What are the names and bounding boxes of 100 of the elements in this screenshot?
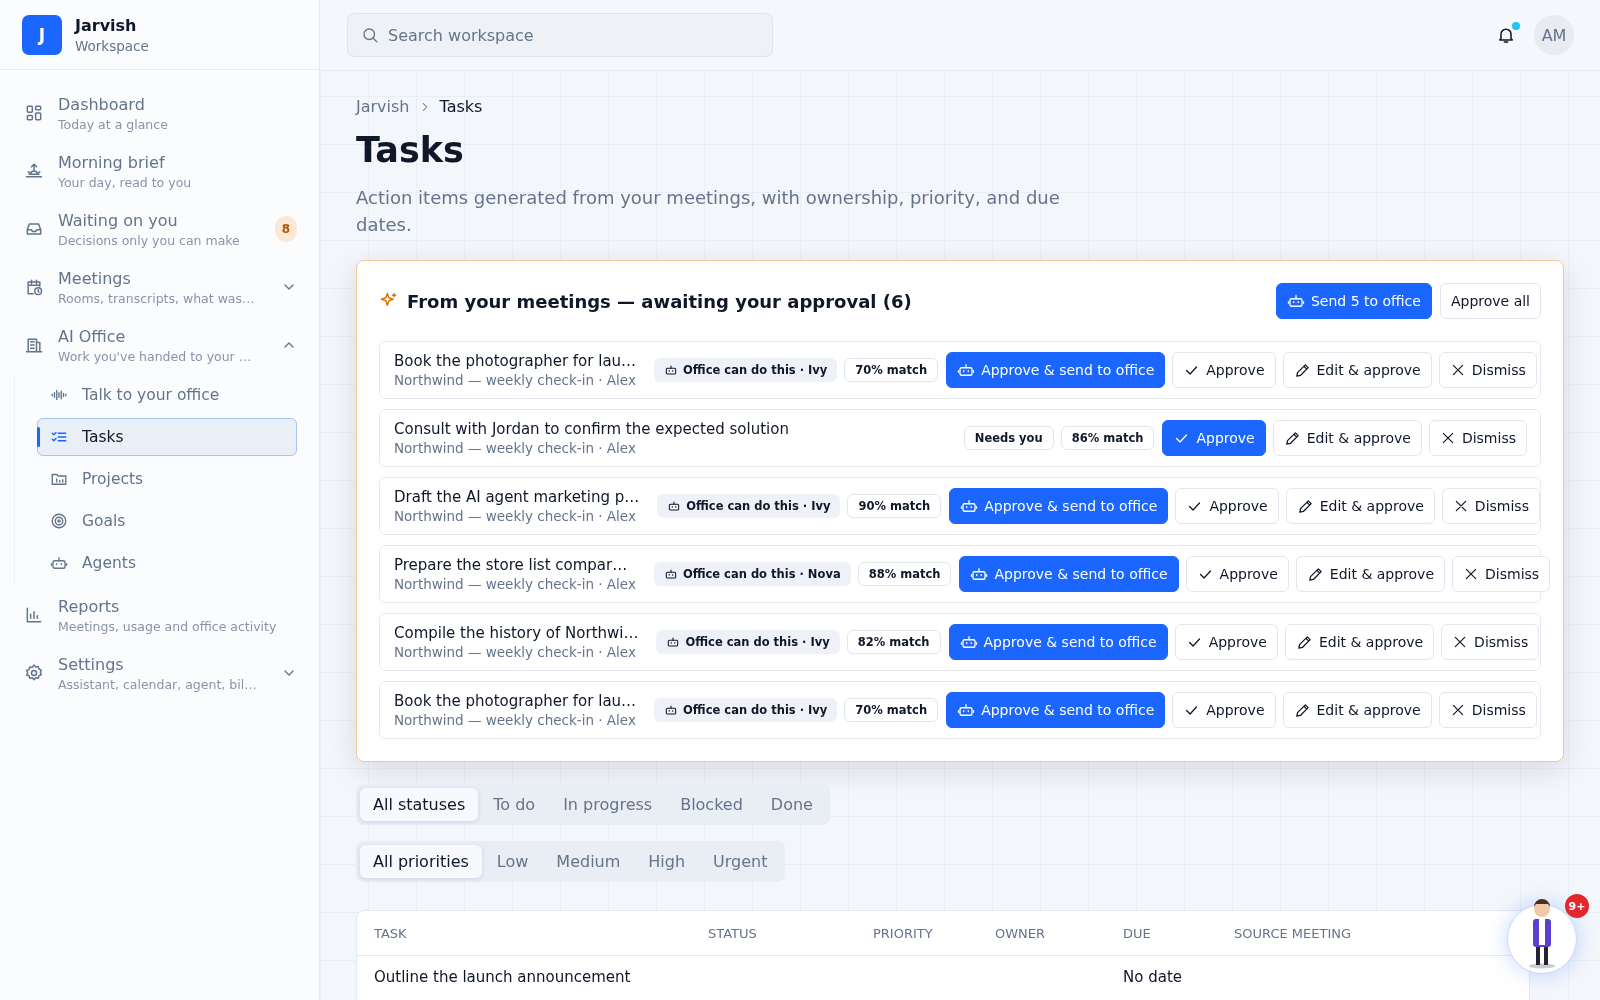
robot-icon <box>957 701 976 719</box>
nav-item-description: Today at a glance <box>58 116 169 132</box>
nav-item[interactable]: Reports <box>58 596 297 616</box>
dismiss-button[interactable]: Dismiss <box>1441 488 1540 524</box>
settings-icon <box>24 663 44 683</box>
nav-item[interactable]: Meetings <box>58 268 267 288</box>
nav-item[interactable]: AI Office <box>58 326 267 346</box>
workspace-subtitle: Workspace <box>75 37 149 54</box>
column-header[interactable]: SOURCE MEETING <box>1234 925 1352 941</box>
nav-subitem[interactable]: Talk to your office <box>37 376 297 414</box>
approve-button[interactable]: Approve <box>1185 556 1289 592</box>
workspace-logo: J <box>22 14 62 55</box>
table-cell: Outline the launch announcement <box>374 968 631 986</box>
search-field[interactable]: Search workspace <box>347 13 773 57</box>
column-header[interactable]: PRIORITY <box>873 925 933 941</box>
edit-approve-button[interactable]: Edit & approve <box>1295 556 1446 592</box>
task-source: Northwind — weekly check-in · Alex <box>394 710 637 729</box>
approve-button[interactable]: Approve <box>1162 420 1266 456</box>
filter-tab[interactable]: High <box>635 845 699 878</box>
column-header[interactable]: STATUS <box>708 925 757 941</box>
edit-approve-button[interactable]: Edit & approve <box>1272 420 1422 456</box>
nav-item[interactable]: Waiting on you <box>58 210 261 230</box>
nav-subitem[interactable]: Tasks <box>37 418 297 456</box>
edit-approve-button[interactable]: Edit & approve <box>1285 488 1435 524</box>
filter-tab[interactable]: To do <box>480 788 549 821</box>
table-cell: No date <box>1123 968 1182 986</box>
approve-send-button[interactable]: Approve & send to office <box>948 624 1168 660</box>
approve-button[interactable]: Approve <box>1172 692 1276 728</box>
filter-tab[interactable]: Low <box>483 845 542 878</box>
task-title: Compile the history of Northwi… <box>394 623 639 642</box>
dismiss-button[interactable]: Dismiss <box>1438 352 1537 388</box>
pencil-icon <box>1293 701 1311 719</box>
approve-send-button[interactable]: Approve & send to office <box>959 556 1179 592</box>
dismiss-button[interactable]: Dismiss <box>1428 420 1527 456</box>
column-header[interactable]: OWNER <box>995 925 1046 941</box>
send-to-office-button[interactable]: Send 5 to office <box>1275 283 1432 319</box>
edit-approve-button[interactable]: Edit & approve <box>1284 624 1435 660</box>
approve-send-button[interactable]: Approve & send to office <box>946 352 1166 388</box>
robot-icon <box>666 635 681 649</box>
match-chip: 88% match <box>857 562 952 586</box>
search-icon <box>361 26 379 44</box>
dismiss-button[interactable]: Dismiss <box>1452 556 1551 592</box>
approve-button[interactable]: Approve <box>1172 352 1276 388</box>
filter-tab[interactable]: In progress <box>550 788 666 821</box>
breadcrumb-item: Tasks <box>439 97 483 116</box>
column-header[interactable]: TASK <box>374 925 407 941</box>
nav-item[interactable]: Morning brief <box>58 152 297 172</box>
filter-tab[interactable]: Urgent <box>700 845 781 878</box>
filter-tab[interactable]: All priorities <box>360 845 482 878</box>
task-title: Draft the AI agent marketing p… <box>394 487 640 506</box>
page-title: Tasks <box>356 130 465 170</box>
pencil-icon <box>1295 633 1313 651</box>
office-chip: Office can do this · Ivy <box>656 630 840 654</box>
nav-subitem[interactable]: Projects <box>37 460 297 498</box>
nav-item-description: Work you've handed to your … <box>58 348 253 364</box>
robot-icon <box>970 565 989 583</box>
approve-button[interactable]: Approve <box>1175 488 1279 524</box>
page-description: Action items generated from your meetings, with ownership, priority, and due dates. <box>356 186 1061 237</box>
filter-tab[interactable]: Blocked <box>667 788 756 821</box>
pencil-icon <box>1296 497 1314 515</box>
card-title: From your meetings — awaiting your approval (6) <box>407 290 913 312</box>
approve-button[interactable]: Approve <box>1174 624 1278 660</box>
nav-item-description: Decisions only you can make <box>58 232 241 248</box>
sunrise-icon <box>24 161 44 181</box>
nav-item[interactable]: Settings <box>58 654 267 674</box>
robot-icon <box>957 361 976 379</box>
robot-icon <box>1286 292 1305 310</box>
nav-item-description: Rooms, transcripts, what was… <box>58 290 256 306</box>
robot-icon <box>50 554 68 572</box>
dismiss-button[interactable]: Dismiss <box>1441 624 1540 660</box>
pencil-icon <box>1306 565 1324 583</box>
task-source: Northwind — weekly check-in · Alex <box>394 574 636 593</box>
nav-subitem[interactable]: Agents <box>37 544 297 582</box>
approve-send-button[interactable]: Approve & send to office <box>949 488 1169 524</box>
office-chip: Office can do this · Nova <box>653 562 851 586</box>
pencil-icon <box>1293 361 1311 379</box>
approve-all-button[interactable]: Approve all <box>1439 283 1541 319</box>
user-avatar[interactable]: AM <box>1534 15 1574 55</box>
task-source: Northwind — weekly check-in · Alex <box>394 438 637 457</box>
nav-item[interactable]: Dashboard <box>58 94 297 114</box>
dismiss-button[interactable]: Dismiss <box>1438 692 1537 728</box>
column-header[interactable]: DUE <box>1123 925 1151 941</box>
nav-subitem[interactable]: Goals <box>37 502 297 540</box>
workspace-name: Jarvish <box>75 15 138 35</box>
robot-icon <box>667 499 682 513</box>
filter-tab[interactable]: Done <box>757 788 826 821</box>
filter-tab[interactable]: All statuses <box>360 788 479 821</box>
filter-tab[interactable]: Medium <box>543 845 634 878</box>
breadcrumb-item[interactable]: Jarvish <box>356 97 410 116</box>
edit-approve-button[interactable]: Edit & approve <box>1282 692 1432 728</box>
match-chip: 70% match <box>844 698 939 722</box>
match-chip: 90% match <box>847 494 942 518</box>
approve-send-button[interactable]: Approve & send to office <box>946 692 1166 728</box>
office-chip: Office can do this · Ivy <box>657 494 841 518</box>
nav-item-description: Your day, read to you <box>58 174 193 190</box>
calendar-clock-icon <box>24 277 44 297</box>
edit-approve-button[interactable]: Edit & approve <box>1282 352 1432 388</box>
needs-you-chip: Needs you <box>963 426 1054 450</box>
task-source: Northwind — weekly check-in · Alex <box>394 506 637 525</box>
office-chip: Office can do this · Ivy <box>654 358 838 382</box>
